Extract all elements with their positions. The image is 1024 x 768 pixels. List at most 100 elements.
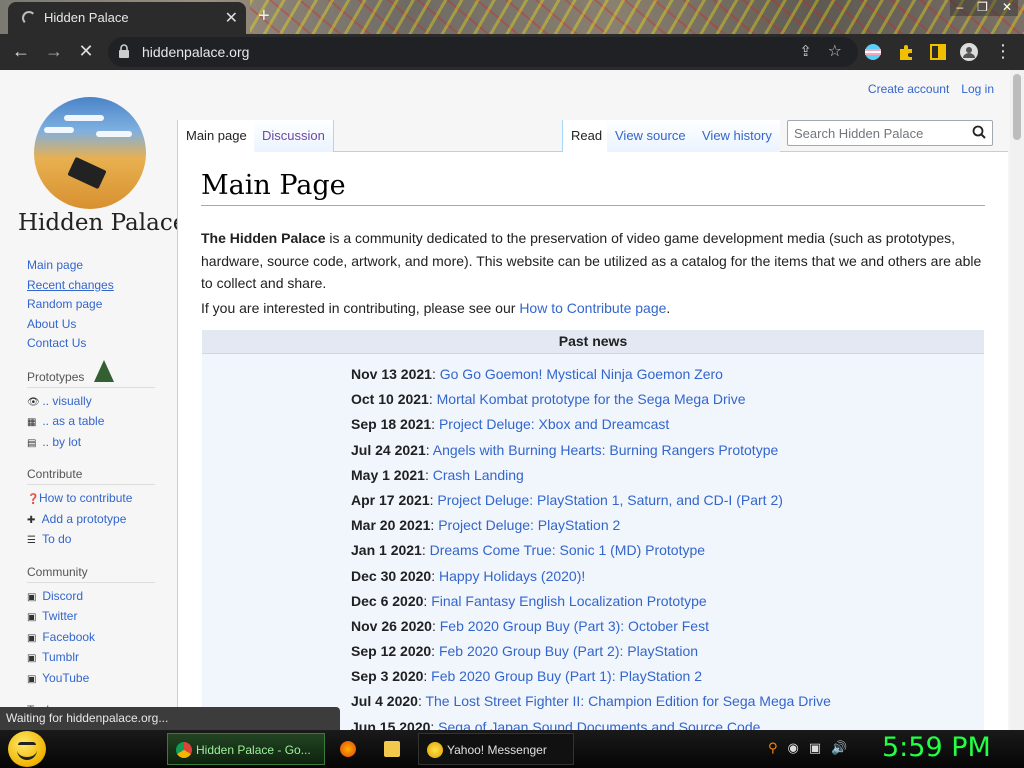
site-name[interactable]: Hidden Palace xyxy=(18,210,186,236)
how-to-contribute-link[interactable]: How to Contribute page xyxy=(519,300,666,316)
back-icon[interactable]: ← xyxy=(10,41,32,62)
news-link[interactable]: Go Go Goemon! Mystical Ninja Goemon Zero xyxy=(440,366,723,382)
sidebar-item-twitter[interactable]: ▣ Twitter xyxy=(27,607,155,628)
sidebar-item-how-to-contribute[interactable]: ❓How to contribute xyxy=(27,489,155,510)
system-tray: ⚲ ◉ ▣ 🔊 xyxy=(768,740,847,756)
intro-paragraph: The Hidden Palace is a community dedicat… xyxy=(201,227,991,295)
tab-label: Main page xyxy=(186,128,247,143)
tab-main-page[interactable]: Main page xyxy=(177,120,256,152)
search-input[interactable] xyxy=(788,121,966,145)
taskbar: Hidden Palace - Go... Yahoo! Messenger ⚲… xyxy=(0,730,1024,768)
page-scrollbar[interactable] xyxy=(1010,70,1024,730)
news-date: May 1 2021 xyxy=(351,466,425,483)
sidebar-item-main-page[interactable]: Main page xyxy=(27,256,155,276)
eye-icon: 👁 xyxy=(27,396,40,408)
site-logo[interactable] xyxy=(34,97,146,209)
address-bar[interactable]: hiddenpalace.org ⇪ ☆ xyxy=(108,37,858,67)
pride-flag-extension-icon[interactable] xyxy=(864,43,882,61)
sidebar-item-label: How to contribute xyxy=(39,491,133,505)
profile-avatar-icon[interactable] xyxy=(960,43,978,61)
news-link[interactable]: Happy Holidays (2020)! xyxy=(439,568,585,584)
tab-read[interactable]: Read xyxy=(562,120,612,152)
new-tab-icon[interactable]: + xyxy=(258,5,270,28)
personal-tools: Create account Log in xyxy=(868,82,994,96)
news-list: Nov 13 2021: Go Go Goemon! Mystical Ninj… xyxy=(351,366,831,730)
news-link[interactable]: Feb 2020 Group Buy (Part 2): PlayStation xyxy=(439,643,698,659)
network-icon[interactable]: ▣ xyxy=(809,740,821,756)
news-link[interactable]: Final Fantasy English Localization Proto… xyxy=(431,593,706,609)
prototypes-list: 👁 .. visually ▦ .. as a table ▤ .. by lo… xyxy=(27,392,155,454)
sidebar-item-youtube[interactable]: ▣ YouTube xyxy=(27,669,155,690)
news-date: Jan 1 2021 xyxy=(351,542,422,559)
scrollbar-thumb[interactable] xyxy=(1013,74,1021,140)
news-link[interactable]: Feb 2020 Group Buy (Part 3): October Fes… xyxy=(440,618,709,634)
news-link[interactable]: Crash Landing xyxy=(433,467,524,483)
maximize-icon[interactable]: ❐ xyxy=(977,0,988,16)
sidebar-item-to-do[interactable]: ☰ To do xyxy=(27,530,155,551)
stop-icon[interactable]: ✕ xyxy=(75,41,97,62)
sidebar-item-label: Discord xyxy=(42,588,84,603)
plus-icon: ✚ xyxy=(27,514,36,526)
tab-view-source[interactable]: View source xyxy=(607,120,694,152)
sidebar-item-label: Facebook xyxy=(42,629,96,644)
taskbar-explorer-button[interactable] xyxy=(376,733,412,765)
sidebar-item-by-lot[interactable]: ▤ .. by lot xyxy=(27,433,155,454)
news-link[interactable]: Project Deluge: Xbox and Dreamcast xyxy=(439,416,669,432)
sidebar-item-tumblr[interactable]: ▣ Tumblr xyxy=(27,648,155,669)
news-link[interactable]: Mortal Kombat prototype for the Sega Meg… xyxy=(437,391,746,407)
browser-tab[interactable]: Hidden Palace ✕ xyxy=(8,2,246,34)
bookmark-star-icon[interactable]: ☆ xyxy=(828,41,842,61)
news-link[interactable]: Dreams Come True: Sonic 1 (MD) Prototype xyxy=(430,542,705,558)
sidebar-item-add-prototype[interactable]: ✚ Add a prototype xyxy=(27,510,155,531)
news-date: Sep 12 2020 xyxy=(351,643,432,660)
news-link[interactable]: The Lost Street Fighter II: Champion Edi… xyxy=(425,693,830,709)
search-icon[interactable] xyxy=(972,125,986,139)
minimize-icon[interactable]: – xyxy=(956,0,963,16)
sidebar-item-discord[interactable]: ▣ Discord xyxy=(27,587,155,608)
tray-circle-icon[interactable]: ◉ xyxy=(788,740,799,756)
tab-label: View history xyxy=(702,128,772,143)
extensions-puzzle-icon[interactable] xyxy=(897,43,915,61)
contribute-paragraph: If you are interested in contributing, p… xyxy=(201,300,670,316)
taskbar-chrome-button[interactable]: Hidden Palace - Go... xyxy=(167,733,325,765)
create-account-link[interactable]: Create account xyxy=(868,82,949,96)
news-link[interactable]: Project Deluge: PlayStation 2 xyxy=(438,517,620,533)
forward-icon[interactable]: → xyxy=(43,41,65,62)
smiley-eyes xyxy=(18,742,36,748)
taskbar-yahoo-button[interactable]: Yahoo! Messenger xyxy=(418,733,574,765)
sidebar-item-visually[interactable]: 👁 .. visually xyxy=(27,392,155,413)
tab-discussion[interactable]: Discussion xyxy=(254,120,334,152)
window-controls: – ❐ ✕ xyxy=(950,0,1018,16)
news-link[interactable]: Sega of Japan Sound Documents and Source… xyxy=(438,719,760,730)
sidebar-item-random-page[interactable]: Random page xyxy=(27,295,155,315)
sidebar-item-label: Twitter xyxy=(42,609,78,623)
news-date: Mar 20 2021 xyxy=(351,517,431,534)
news-link[interactable]: Angels with Burning Hearts: Burning Rang… xyxy=(433,442,779,458)
news-date: Nov 26 2020 xyxy=(351,617,432,634)
search-box xyxy=(787,120,993,146)
browser-menu-icon[interactable]: ⋮ xyxy=(992,41,1014,62)
log-in-link[interactable]: Log in xyxy=(961,82,994,96)
news-link[interactable]: Project Deluge: PlayStation 1, Saturn, a… xyxy=(437,492,783,508)
yahoo-smiley-icon xyxy=(427,742,443,758)
news-date: Sep 18 2021 xyxy=(351,416,432,433)
volume-icon[interactable]: 🔊 xyxy=(831,740,847,756)
news-link[interactable]: Feb 2020 Group Buy (Part 1): PlayStation… xyxy=(431,668,702,684)
sidebar-item-label: Add a prototype xyxy=(41,511,127,526)
clock[interactable]: 5:59 PM xyxy=(882,732,991,763)
search-icon[interactable]: ⚲ xyxy=(768,740,778,756)
sidebar-item-about-us[interactable]: About Us xyxy=(27,315,155,335)
taskbar-firefox-button[interactable] xyxy=(332,733,368,765)
taskbar-label: Hidden Palace - Go... xyxy=(196,743,311,757)
sidebar-item-facebook[interactable]: ▣ Facebook xyxy=(27,628,155,649)
sidebar-item-label: YouTube xyxy=(42,670,90,685)
start-button[interactable] xyxy=(8,731,46,767)
close-window-icon[interactable]: ✕ xyxy=(1002,0,1012,16)
share-icon[interactable]: ⇪ xyxy=(799,42,812,60)
sidebar-item-contact-us[interactable]: Contact Us xyxy=(27,334,155,354)
close-tab-icon[interactable]: ✕ xyxy=(225,8,238,28)
tab-view-history[interactable]: View history xyxy=(694,120,780,152)
sidebar-item-recent-changes[interactable]: Recent changes xyxy=(27,276,155,296)
sidebar-panel-icon[interactable] xyxy=(929,43,947,61)
sidebar-item-as-table[interactable]: ▦ .. as a table xyxy=(27,412,155,433)
